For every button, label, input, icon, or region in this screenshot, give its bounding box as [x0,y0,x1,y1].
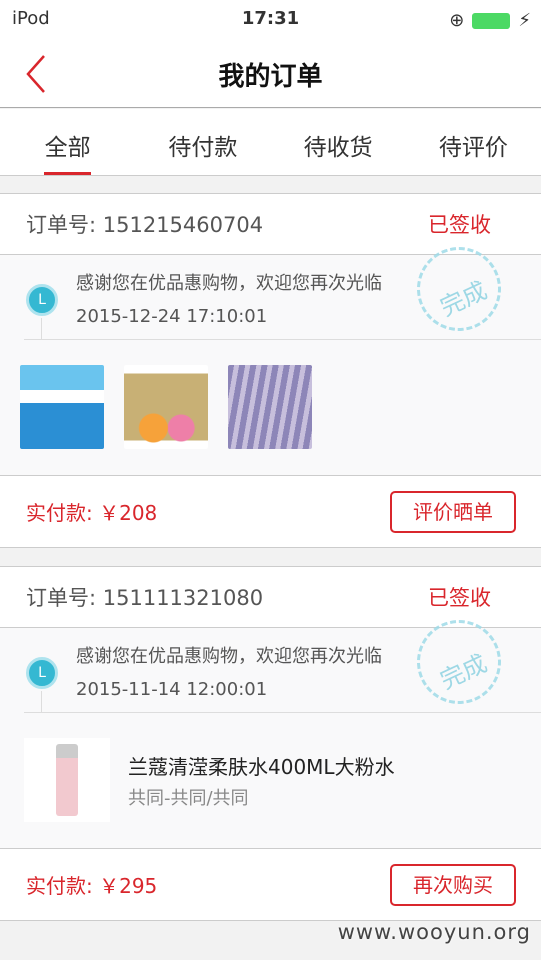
clock-icon: L [26,657,58,689]
product-thumbnail[interactable] [228,365,312,449]
tab-pending-receipt[interactable]: 待收货 [271,109,406,175]
order-number: 订单号: 151111321080 [26,586,264,610]
page-title: 我的订单 [218,62,323,92]
order-time: 2015-12-24 17:10:01 [76,306,268,327]
product-thumbnail[interactable] [20,365,104,449]
tab-pending-payment[interactable]: 待付款 [135,109,270,175]
watermark: www.wooyun.org [337,920,531,944]
nav-bar: 我的订单 [0,40,541,108]
status-bar: iPod 17:31 ⊕ ⚡ [0,0,541,40]
order-card[interactable]: 订单号: 151111321080 已签收 L 感谢您在优品惠购物，欢迎您再次光临… [0,566,541,921]
clock-icon: L [26,284,58,316]
product-variant: 共同-共同/共同 [128,788,249,809]
product-item[interactable]: 兰蔻清滢柔肤水400ML大粉水 共同-共同/共同 [24,738,395,822]
tab-pending-review[interactable]: 待评价 [406,109,541,175]
paid-amount: 实付款: ￥208 [26,501,158,525]
order-number: 订单号: 151215460704 [26,213,264,237]
order-message: 感谢您在优品惠购物，欢迎您再次光临 [76,273,382,294]
charging-icon: ⚡ [518,10,531,31]
rotation-lock-icon: ⊕ [449,10,465,31]
status-icons: ⊕ ⚡ [449,10,531,31]
order-card[interactable]: 订单号: 151215460704 已签收 L 感谢您在优品惠购物，欢迎您再次光临… [0,193,541,548]
tab-all[interactable]: 全部 [0,109,135,175]
order-time: 2015-11-14 12:00:01 [76,679,268,700]
product-thumbnail[interactable] [124,365,208,449]
battery-icon [472,12,511,29]
buy-again-button[interactable]: 再次购买 [390,863,516,906]
order-tabs: 全部 待付款 待收货 待评价 [0,109,541,176]
paid-amount: 实付款: ￥295 [26,874,158,898]
order-status: 已签收 [428,586,491,610]
review-button[interactable]: 评价晒单 [390,490,516,533]
product-thumbnail[interactable] [24,738,110,822]
order-status: 已签收 [428,213,491,237]
order-message: 感谢您在优品惠购物，欢迎您再次光临 [76,646,382,667]
product-name: 兰蔻清滢柔肤水400ML大粉水 [128,755,395,779]
